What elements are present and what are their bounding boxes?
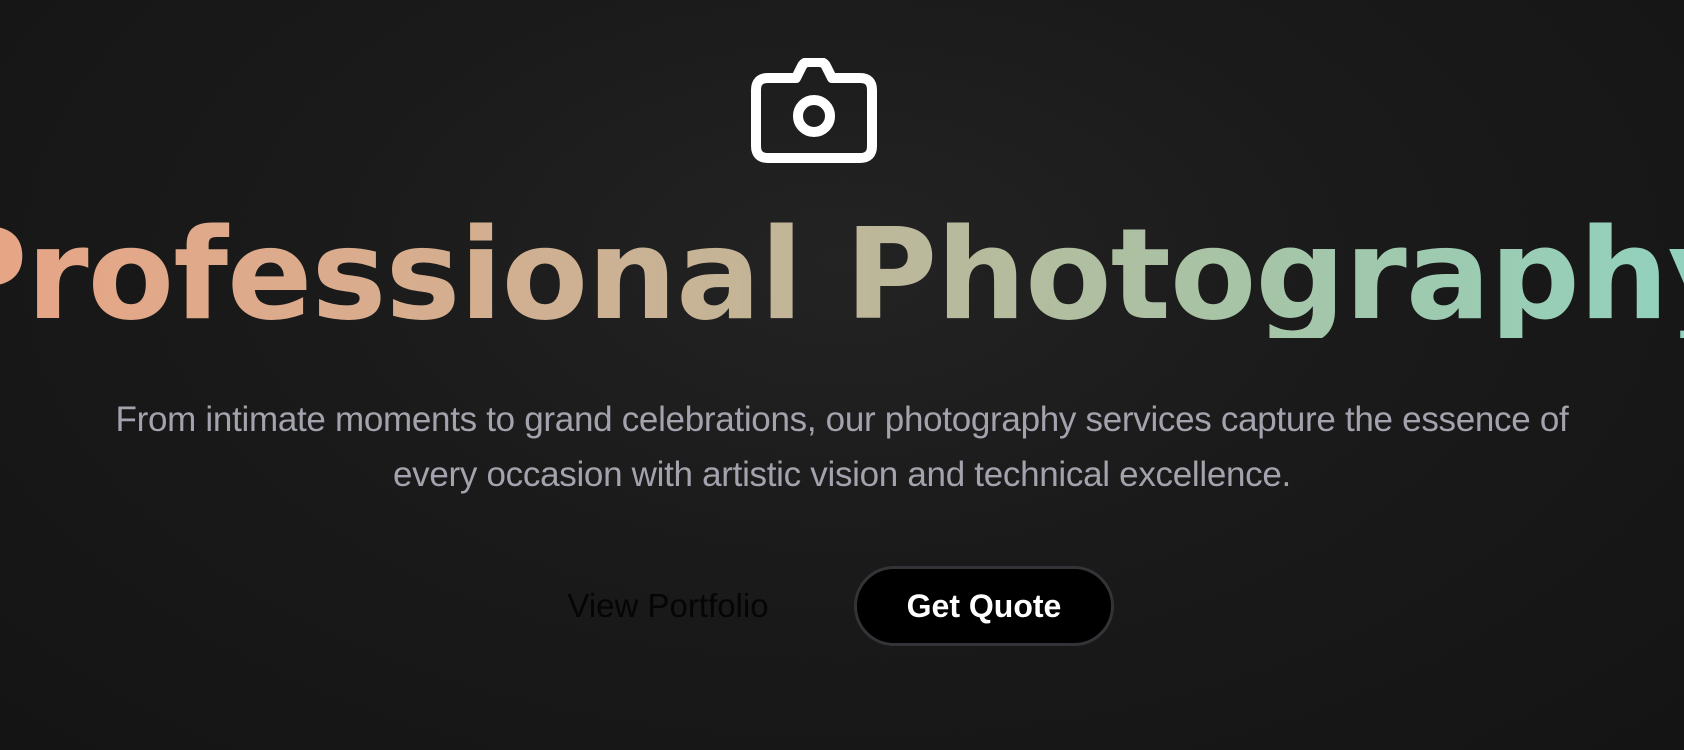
camera-icon xyxy=(750,58,878,164)
hero-title: Professional Photography xyxy=(0,200,1684,350)
cta-row: View Portfolio Get Quote xyxy=(0,566,1684,646)
view-portfolio-button[interactable]: View Portfolio xyxy=(560,582,776,630)
hero-title-text: Professional Photography xyxy=(0,212,1684,338)
get-quote-button[interactable]: Get Quote xyxy=(854,566,1114,646)
hero-section: Professional Photography From intimate m… xyxy=(0,0,1684,750)
hero-subtitle: From intimate moments to grand celebrati… xyxy=(115,400,1569,494)
